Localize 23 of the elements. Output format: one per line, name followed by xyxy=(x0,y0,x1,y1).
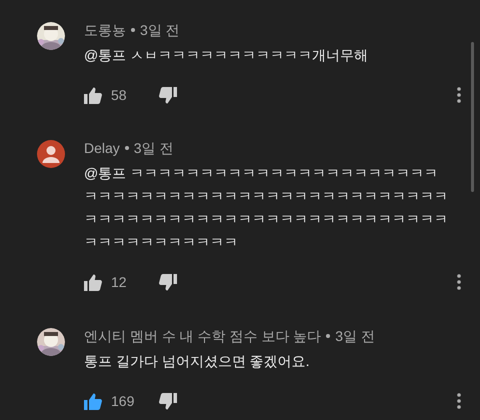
author-name[interactable]: 엔시티 멤버 수 내 수학 점수 보다 높다 xyxy=(84,326,322,346)
thumbs-up-icon[interactable] xyxy=(84,392,102,410)
like-count: 58 xyxy=(111,86,128,104)
like-count: 12 xyxy=(111,272,128,292)
scrollbar[interactable] xyxy=(471,42,474,192)
comment-time: 3일 전 xyxy=(134,139,174,158)
author-name[interactable]: 도롱뇽 xyxy=(84,20,126,40)
comment-text: @통프 ㅋㅋㅋㅋㅋㅋㅋㅋㅋㅋㅋㅋㅋㅋㅋㅋㅋㅋㅋㅋㅋㅋㅋㅋㅋㅋㅋㅋㅋㅋㅋㅋㅋㅋㅋㅋㅋㅋㅋㅋㅋㅋㅋㅋㅋㅋㅋㅋㅋㅋㅋㅋㅋㅋㅋㅋㅋㅋㅋㅋㅋㅋㅋㅋㅋㅋㅋㅋㅋㅋㅋㅋㅋㅋㅋㅋㅋㅋㅋㅋㅋㅋㅋㅋㅋ xyxy=(84,164,449,252)
more-options-icon[interactable] xyxy=(457,274,461,290)
comment-text: 통프 길가다 넘어지셨으면 좋겠어요. xyxy=(84,352,311,371)
more-options-icon[interactable] xyxy=(457,393,461,409)
more-options-icon[interactable] xyxy=(457,87,461,103)
thumbs-up-icon[interactable] xyxy=(84,274,102,290)
comment-text: @통프 ㅅㅂㅋㅋㅋㅋㅋㅋㅋㅋㅋㅋㅋ개너무해 xyxy=(84,46,370,65)
comment-time: 3일 전 xyxy=(140,21,180,40)
author-name[interactable]: Delay xyxy=(84,138,120,158)
avatar-icon[interactable] xyxy=(37,140,65,168)
thumbs-down-icon[interactable] xyxy=(159,392,177,410)
thumbs-down-icon[interactable] xyxy=(159,86,177,104)
like-count: 169 xyxy=(111,392,136,410)
thumbs-up-icon[interactable] xyxy=(84,86,102,104)
comment-time: 3일 전 xyxy=(335,327,375,346)
thumbs-down-icon[interactable] xyxy=(159,274,177,290)
